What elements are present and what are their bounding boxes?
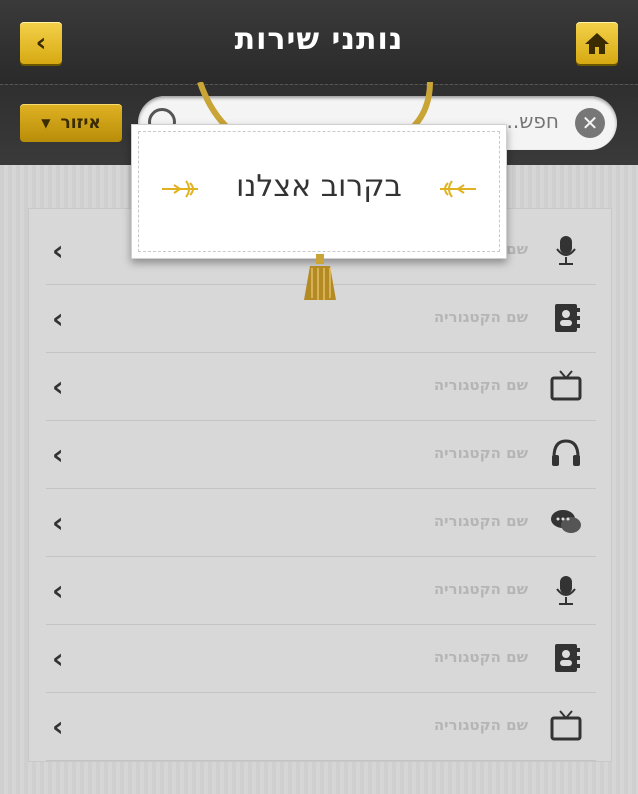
- chevron-left-icon: ‹: [52, 710, 64, 743]
- microphone-icon: [546, 230, 586, 270]
- category-label: שם הקטגוריה: [433, 376, 528, 394]
- contacts-icon: [546, 298, 586, 338]
- tv-icon: [546, 706, 586, 746]
- category-label: שם הקטגוריה: [433, 512, 528, 530]
- tassel-icon: [304, 254, 336, 300]
- chevron-left-icon: ‹: [52, 370, 64, 403]
- area-filter-button[interactable]: איזור ▼: [20, 104, 122, 142]
- microphone-icon: [546, 570, 586, 610]
- category-label: שם הקטגוריה: [433, 648, 528, 666]
- tv-icon: [546, 366, 586, 406]
- top-bar: ‹ נותני שירות: [0, 0, 638, 85]
- list-item[interactable]: ‹ שם הקטגוריה: [46, 692, 596, 761]
- coming-soon-sign: בקרוב אצלנו: [131, 124, 507, 259]
- list-item[interactable]: ‹ שם הקטגוריה: [46, 556, 596, 625]
- chevron-left-icon: ‹: [52, 234, 64, 267]
- home-button[interactable]: [576, 22, 618, 64]
- list-item[interactable]: ‹ שם הקטגוריה: [46, 420, 596, 489]
- headphones-icon: [546, 434, 586, 474]
- chat-icon: [546, 502, 586, 542]
- home-icon: [585, 33, 609, 54]
- page-title: נותני שירות: [234, 22, 404, 57]
- list-item[interactable]: ‹ שם הקטגוריה: [46, 624, 596, 693]
- filter-label: איזור: [60, 113, 101, 133]
- ornament-icon: [440, 180, 476, 198]
- chevron-left-icon: ‹: [52, 302, 64, 335]
- category-label: שם הקטגוריה: [433, 444, 528, 462]
- chevron-left-icon: ‹: [52, 574, 64, 607]
- category-label: שם הקטגוריה: [433, 580, 528, 598]
- list-item[interactable]: ‹ שם הקטגוריה: [46, 352, 596, 421]
- chevron-left-icon: ‹: [52, 438, 64, 471]
- contacts-icon: [546, 638, 586, 678]
- clear-icon[interactable]: ✕: [575, 108, 605, 138]
- category-label: שם הקטגוריה: [433, 308, 528, 326]
- list-item[interactable]: ‹ שם הקטגוריה: [46, 488, 596, 557]
- chevron-left-icon: ‹: [52, 642, 64, 675]
- category-label: שם הקטגוריה: [433, 716, 528, 734]
- chevron-left-icon: ‹: [52, 506, 64, 539]
- chevron-down-icon: ▼: [41, 116, 51, 130]
